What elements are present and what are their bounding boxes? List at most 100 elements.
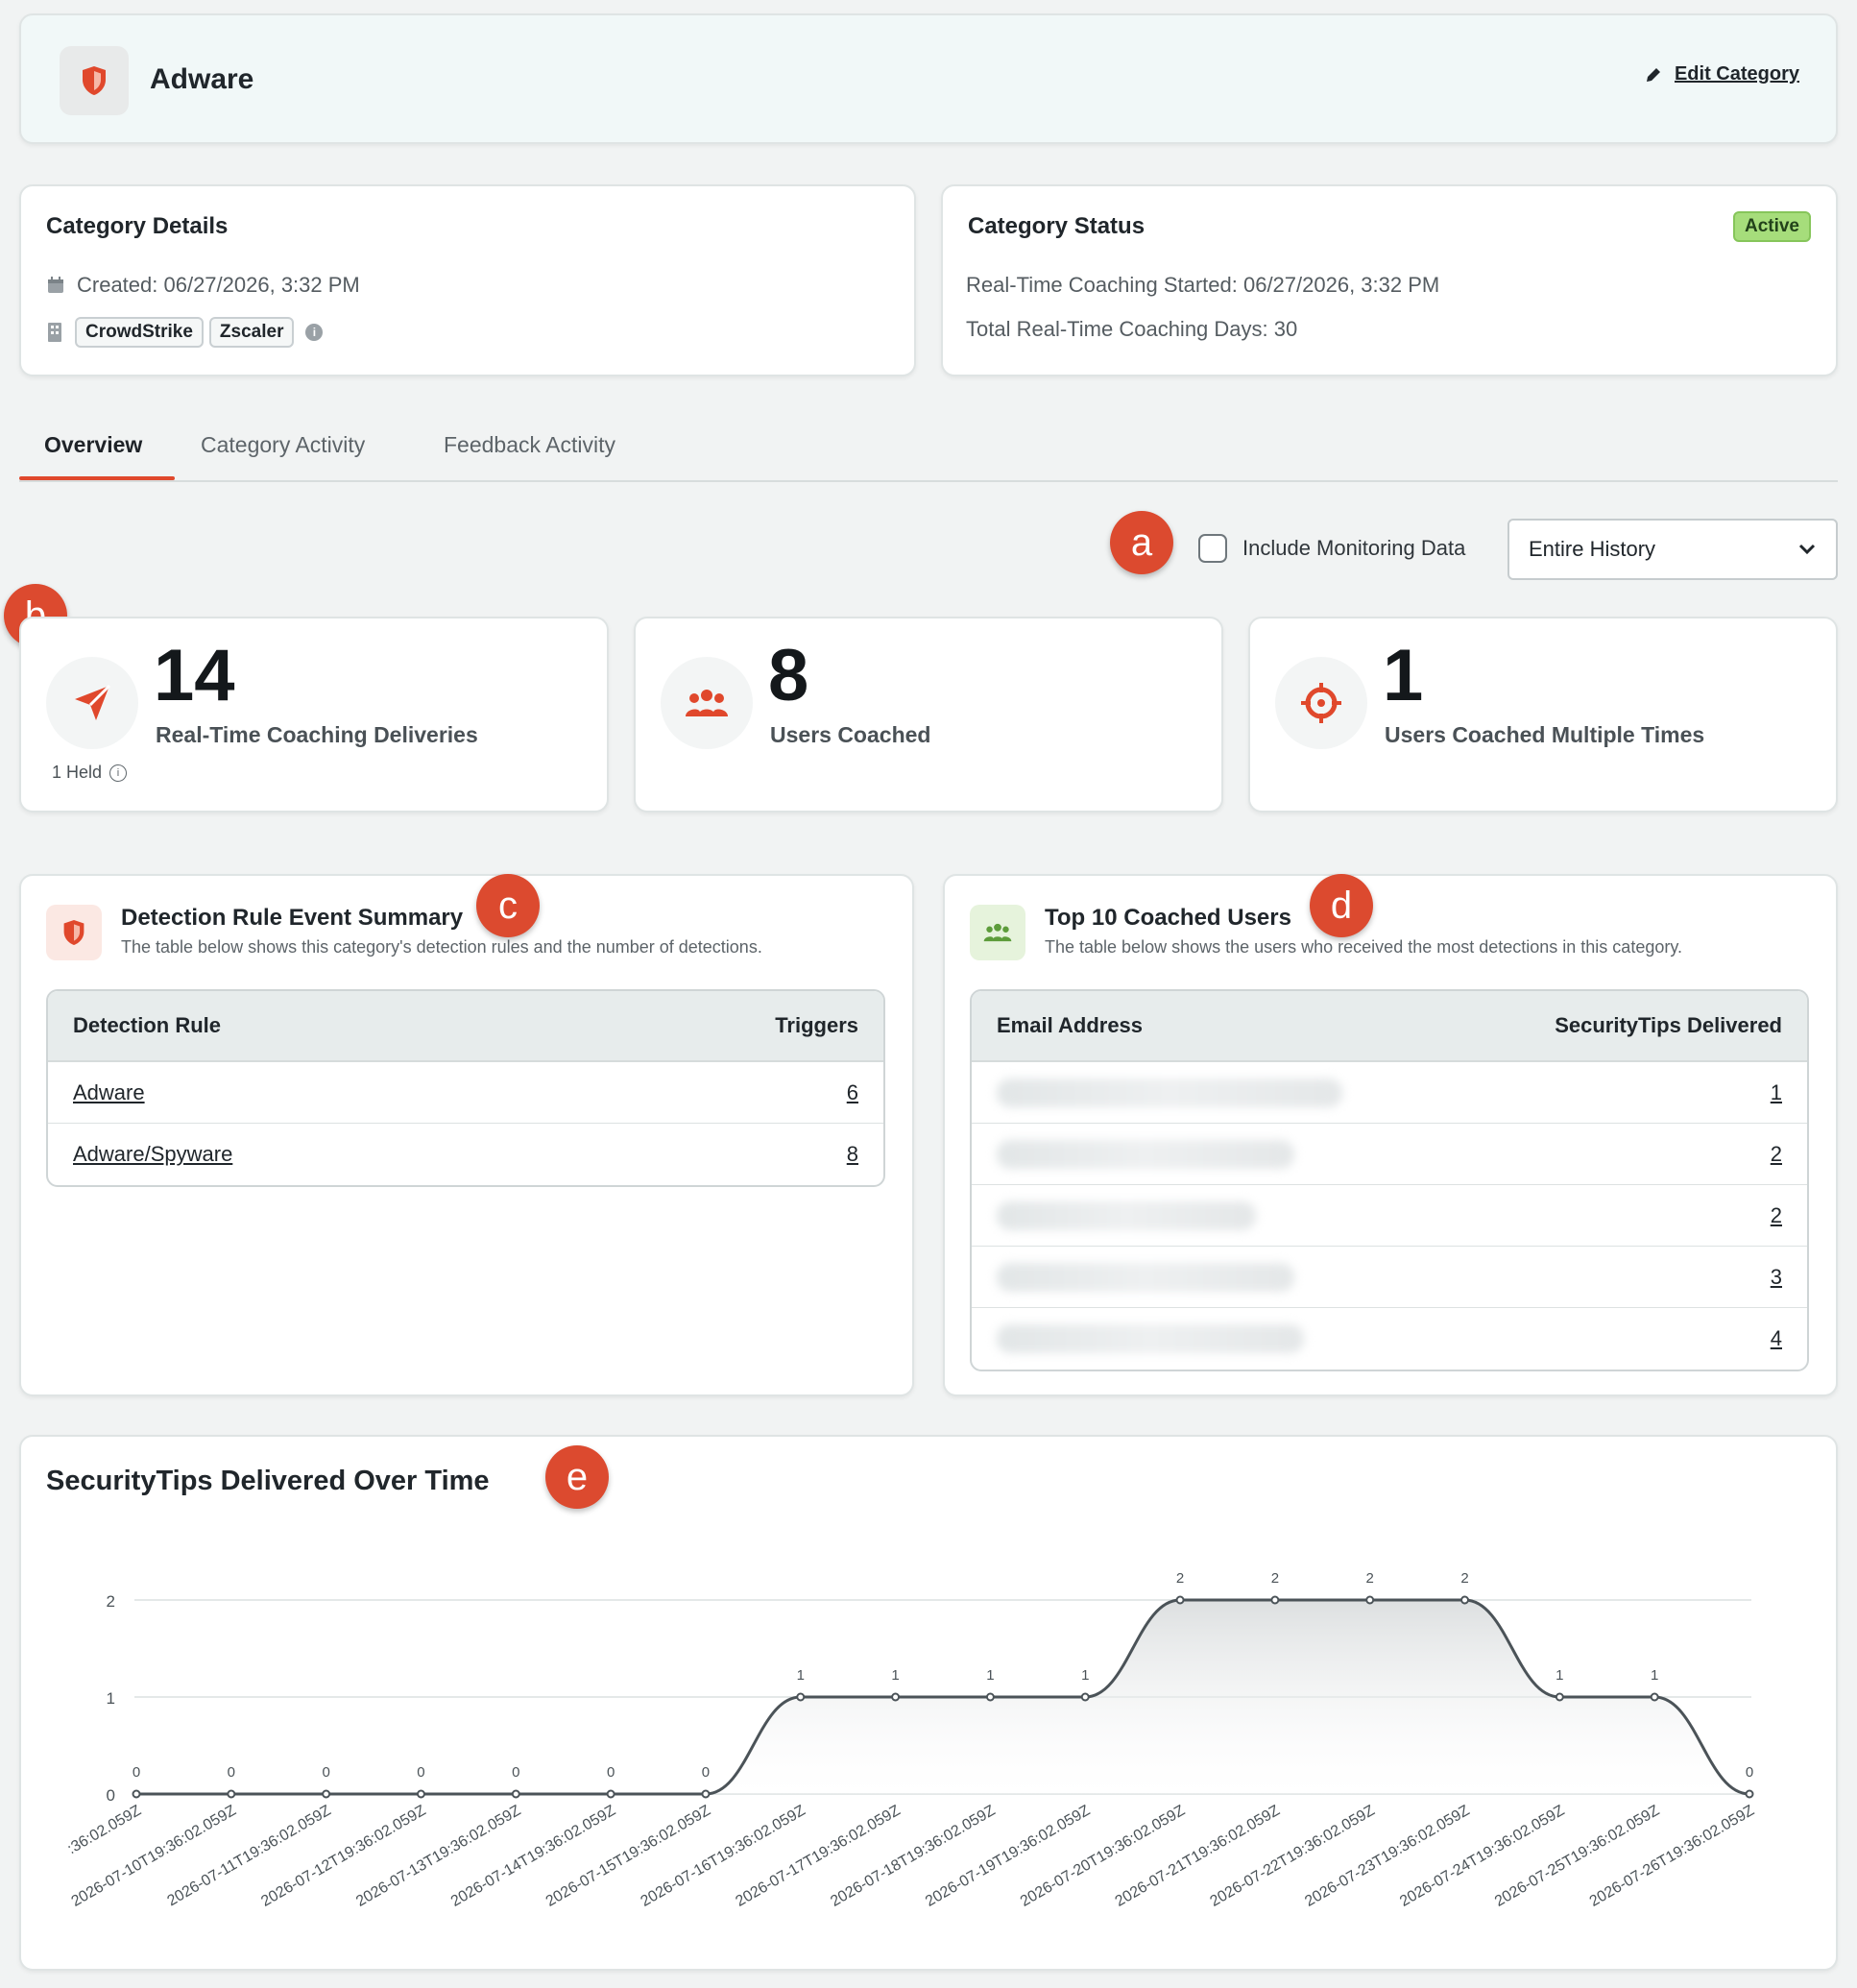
top-users-table: Email Address SecurityTips Delivered 1 2… xyxy=(970,989,1809,1371)
data-label: 1 xyxy=(797,1667,805,1684)
data-label: 0 xyxy=(512,1764,519,1781)
top-users-subtitle: The table below shows the users who rece… xyxy=(1045,937,1683,957)
deliveries-count: 14 xyxy=(154,635,235,716)
tab-category-activity[interactable]: Category Activity xyxy=(201,432,365,458)
history-range-select[interactable]: Entire History xyxy=(1507,519,1838,580)
category-status-title: Category Status xyxy=(968,213,1146,239)
history-range-value: Entire History xyxy=(1529,537,1656,561)
created-text: Created: 06/27/2026, 3:32 PM xyxy=(77,273,360,297)
include-monitoring-toggle[interactable]: Include Monitoring Data xyxy=(1198,534,1465,563)
data-point xyxy=(322,1789,331,1799)
top-users-title: Top 10 Coached Users xyxy=(1045,905,1291,931)
data-label: 0 xyxy=(228,1764,235,1781)
multiple-times-label: Users Coached Multiple Times xyxy=(1385,722,1705,747)
data-point xyxy=(701,1789,711,1799)
data-label: 1 xyxy=(1081,1667,1089,1684)
pencil-icon xyxy=(1646,67,1660,82)
x-tick-label: 2026-07-18T19:36:02.059Z xyxy=(828,1803,998,1910)
rule-summary-subtitle: The table below shows this category's de… xyxy=(121,937,762,957)
page-title: Adware xyxy=(150,63,254,95)
shield-icon xyxy=(46,905,102,960)
x-tick-label: 2026-07-25T19:36:02.059Z xyxy=(1492,1803,1662,1910)
redacted-email xyxy=(997,1262,1294,1292)
annotation-marker-e: e xyxy=(545,1445,609,1509)
edit-category-label: Edit Category xyxy=(1674,63,1799,85)
table-row: 4 xyxy=(972,1308,1807,1370)
redacted-email xyxy=(997,1324,1304,1353)
tab-overview[interactable]: Overview xyxy=(44,432,142,458)
table-row: 3 xyxy=(972,1247,1807,1308)
category-details-card: Category Details Created: 06/27/2026, 3:… xyxy=(19,184,916,376)
chevron-down-icon xyxy=(1798,544,1816,555)
data-point xyxy=(891,1692,901,1702)
delivered-link[interactable]: 3 xyxy=(1771,1265,1782,1290)
column-email-address[interactable]: Email Address xyxy=(997,1013,1143,1038)
stat-card-deliveries: 14 Real-Time Coaching Deliveries 1 Held … xyxy=(19,617,609,812)
stat-card-users-coached: 8 Users Coached xyxy=(634,617,1223,812)
securitytips-chart: 0120:36:02.059Z02026-07-10T19:36:02.059Z… xyxy=(65,1570,1758,1910)
data-label: 1 xyxy=(1556,1667,1563,1684)
data-label: 0 xyxy=(133,1764,140,1781)
data-point xyxy=(1745,1789,1754,1799)
data-label: 1 xyxy=(986,1667,994,1684)
annotation-marker-a: a xyxy=(1110,511,1173,574)
top-coached-users-card: Top 10 Coached Users The table below sho… xyxy=(943,874,1838,1396)
users-coached-count: 8 xyxy=(768,635,809,716)
include-monitoring-checkbox[interactable] xyxy=(1198,534,1227,563)
data-label: 0 xyxy=(607,1764,615,1781)
delivered-link[interactable]: 2 xyxy=(1771,1203,1782,1228)
x-tick-label: :36:02.059Z xyxy=(65,1803,145,1858)
table-row: 2 xyxy=(972,1124,1807,1185)
x-tick-label: 2026-07-19T19:36:02.059Z xyxy=(923,1803,1093,1910)
tab-feedback-activity[interactable]: Feedback Activity xyxy=(444,432,615,458)
y-tick-label: 2 xyxy=(107,1592,115,1611)
info-icon[interactable]: i xyxy=(305,324,324,341)
edit-category-button[interactable]: Edit Category xyxy=(1644,63,1799,85)
category-details-title: Category Details xyxy=(46,213,229,239)
securitytips-chart-card: 0 1 2 0:36:02.059Z 0 2026-07-10T19:36:02.059Z… xyxy=(19,1435,1838,1971)
held-count: 1 Held i xyxy=(52,763,128,783)
column-detection-rule[interactable]: Detection Rule xyxy=(73,1013,221,1038)
data-label: 1 xyxy=(1651,1667,1658,1684)
data-point xyxy=(511,1789,520,1799)
delivered-link[interactable]: 1 xyxy=(1771,1080,1782,1105)
category-status-card: Category Status Active Real-Time Coachin… xyxy=(941,184,1838,376)
detection-rule-link[interactable]: Adware xyxy=(73,1080,145,1105)
detection-rule-summary-card: Detection Rule Event Summary The table b… xyxy=(19,874,914,1396)
building-icon xyxy=(48,323,61,342)
table-header: Detection Rule Triggers xyxy=(48,991,883,1062)
stat-card-multiple: 1 Users Coached Multiple Times xyxy=(1248,617,1838,812)
x-tick-label: 2026-07-24T19:36:02.059Z xyxy=(1397,1803,1567,1910)
active-tab-indicator xyxy=(19,476,175,480)
info-icon[interactable]: i xyxy=(109,764,128,782)
column-triggers[interactable]: Triggers xyxy=(775,1013,858,1038)
integration-tag: Zscaler xyxy=(208,317,295,348)
detection-rule-link[interactable]: Adware/Spyware xyxy=(73,1142,232,1167)
users-coached-label: Users Coached xyxy=(770,722,931,747)
x-tick-label: 2026-07-11T19:36:02.059Z xyxy=(164,1803,333,1910)
coaching-days-text: Total Real-Time Coaching Days: 30 xyxy=(966,317,1298,341)
rule-summary-title: Detection Rule Event Summary xyxy=(121,905,464,931)
redacted-email xyxy=(997,1200,1256,1230)
data-point xyxy=(985,1692,995,1702)
annotation-marker-c: c xyxy=(476,874,540,937)
data-label: 0 xyxy=(417,1764,424,1781)
triggers-link[interactable]: 8 xyxy=(847,1142,858,1167)
table-row: Adware 6 xyxy=(48,1062,883,1124)
data-point xyxy=(1650,1692,1659,1702)
users-icon xyxy=(970,905,1025,960)
shield-icon xyxy=(60,46,129,115)
triggers-link[interactable]: 6 xyxy=(847,1080,858,1105)
data-label: 0 xyxy=(322,1764,329,1781)
x-tick-label: 2026-07-12T19:36:02.059Z xyxy=(258,1803,428,1910)
data-point xyxy=(1555,1692,1564,1702)
created-row: Created: 06/27/2026, 3:32 PM xyxy=(46,273,360,298)
held-text: 1 Held xyxy=(52,763,103,782)
delivered-link[interactable]: 2 xyxy=(1771,1142,1782,1167)
status-badge: Active xyxy=(1732,211,1811,242)
delivered-link[interactable]: 4 xyxy=(1771,1326,1782,1351)
table-row: Adware/Spyware 8 xyxy=(48,1124,883,1185)
column-securitytips-delivered[interactable]: SecurityTips Delivered xyxy=(1555,1013,1782,1038)
data-point xyxy=(1175,1595,1185,1605)
data-point xyxy=(1270,1595,1280,1605)
